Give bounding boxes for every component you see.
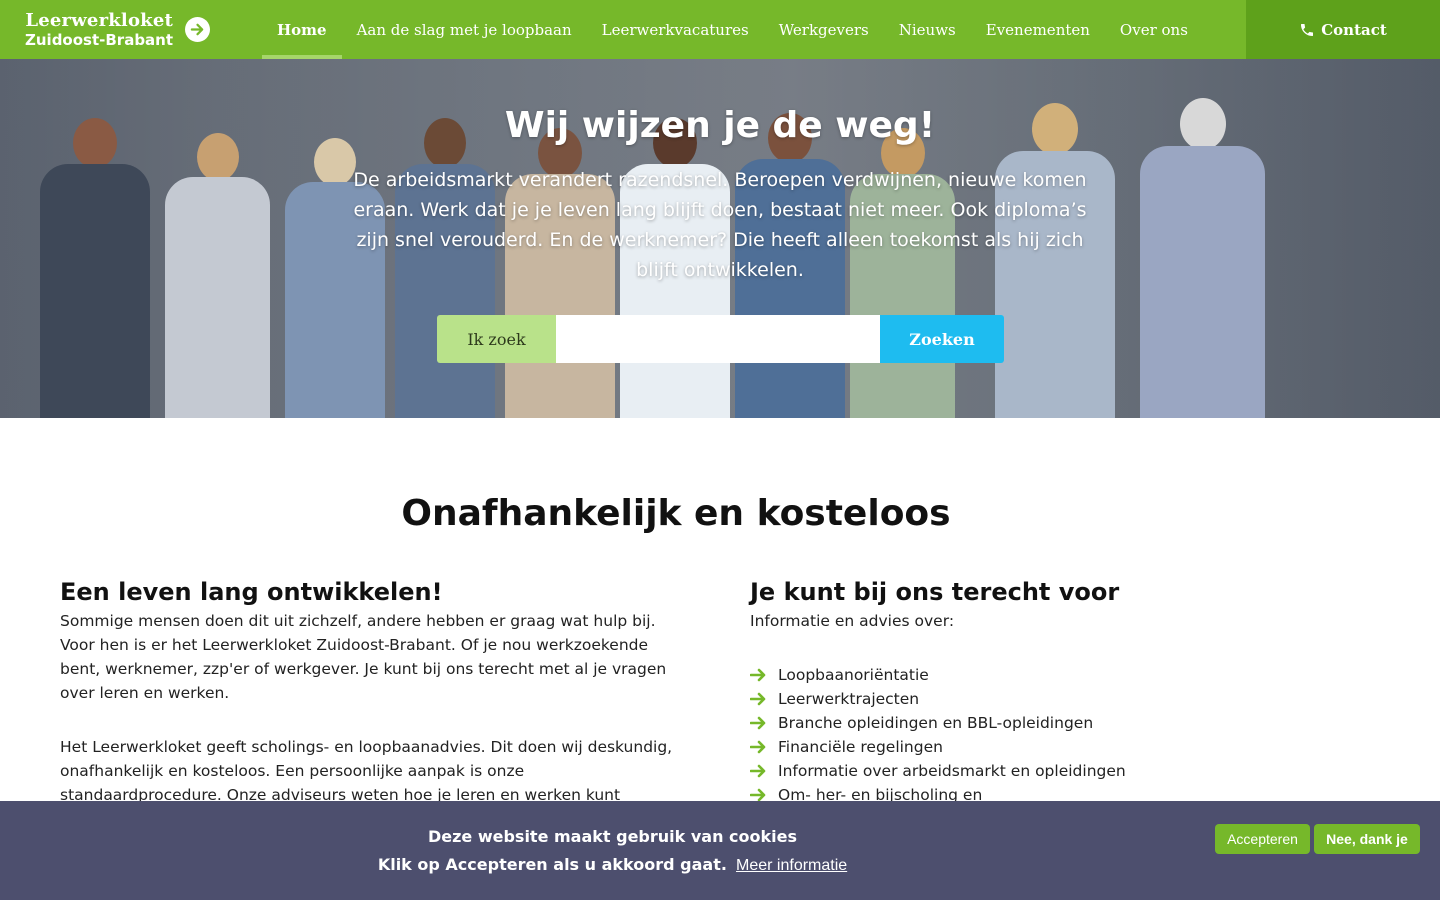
logo-text: Leerwerkloket Zuidoost-Brabant [25, 9, 174, 49]
list-item: Loopbaanoriëntatie [750, 663, 1370, 687]
search-label: Ik zoek [437, 315, 556, 363]
cookie-banner: Deze website maakt gebruik van cookies K… [0, 801, 1440, 900]
hero-text: De arbeidsmarkt verandert razendsnel. Be… [353, 169, 1087, 281]
list-item-label: Branche opleidingen en BBL-opleidingen [778, 714, 1094, 732]
list-item: Informatie over arbeidsmarkt en opleidin… [750, 759, 1370, 783]
cookie-message: Klik op Accepteren als u akkoord gaat. M… [0, 855, 1225, 875]
arrow-right-circle-icon [185, 17, 211, 42]
contact-label: Contact [1321, 20, 1387, 39]
nav-item-evenementen[interactable]: Evenementen [971, 0, 1105, 59]
section-title: Onafhankelijk en kosteloos [401, 493, 951, 534]
site-header: Leerwerkloket Zuidoost-Brabant Home Aan … [0, 0, 1440, 59]
arrow-right-icon [750, 692, 778, 706]
logo-line-1: Leerwerkloket [25, 9, 174, 31]
intro-paragraph-1: Sommige mensen doen dit uit zichzelf, an… [60, 612, 667, 702]
intro-heading: Een leven lang ontwikkelen! [60, 578, 443, 606]
cookie-title: Deze website maakt gebruik van cookies [427, 827, 798, 846]
services-heading: Je kunt bij ons terecht voor [750, 578, 1120, 606]
arrow-right-icon [750, 764, 778, 778]
list-item-label: Loopbaanoriëntatie [778, 666, 929, 684]
nav-item-over-ons[interactable]: Over ons [1105, 0, 1203, 59]
list-item: Leerwerktrajecten [750, 687, 1370, 711]
list-item-label: Financiële regelingen [778, 738, 943, 756]
intro-column: Een leven lang ontwikkelen! Sommige mens… [60, 577, 690, 831]
list-item-label: Leerwerktrajecten [778, 690, 920, 708]
nav-item-werkgevers[interactable]: Werkgevers [764, 0, 884, 59]
logo-line-2: Zuidoost-Brabant [25, 30, 174, 49]
search-button[interactable]: Zoeken [880, 315, 1004, 363]
arrow-right-icon [750, 716, 778, 730]
cookie-more-info-link[interactable]: Meer informatie [736, 857, 847, 874]
list-item: Branche opleidingen en BBL-opleidingen [750, 711, 1370, 735]
nav-item-leerwerkvacatures[interactable]: Leerwerkvacatures [587, 0, 764, 59]
contact-button[interactable]: Contact [1246, 0, 1440, 59]
nav-item-home[interactable]: Home [262, 0, 342, 59]
cookie-decline-button[interactable]: Nee, dank je [1314, 824, 1420, 854]
main-nav: Home Aan de slag met je loopbaan Leerwer… [262, 0, 1203, 59]
phone-icon [1301, 23, 1314, 36]
cookie-accept-button[interactable]: Accepteren [1215, 824, 1310, 854]
arrow-right-icon [750, 788, 778, 802]
nav-item-aan-de-slag[interactable]: Aan de slag met je loopbaan [342, 0, 587, 59]
nav-item-nieuws[interactable]: Nieuws [884, 0, 971, 59]
hero-section: Wij wijzen je de weg! De arbeidsmarkt ve… [0, 59, 1440, 418]
hero-title: Wij wijzen je de weg! [504, 105, 936, 146]
site-logo[interactable]: Leerwerkloket Zuidoost-Brabant [0, 0, 262, 59]
list-item-label: Informatie over arbeidsmarkt en opleidin… [778, 762, 1126, 780]
services-intro: Informatie en advies over: [750, 612, 955, 630]
services-list: Loopbaanoriëntatie Leerwerktrajecten Bra… [750, 663, 1370, 807]
search-form: Ik zoek Zoeken [437, 315, 1004, 363]
services-column: Je kunt bij ons terecht voor Informatie … [750, 577, 1370, 807]
search-input[interactable] [556, 315, 880, 363]
arrow-right-icon [750, 668, 778, 682]
arrow-right-icon [750, 740, 778, 754]
list-item: Financiële regelingen [750, 735, 1370, 759]
cookie-instruction: Klik op Accepteren als u akkoord gaat. [377, 855, 727, 874]
